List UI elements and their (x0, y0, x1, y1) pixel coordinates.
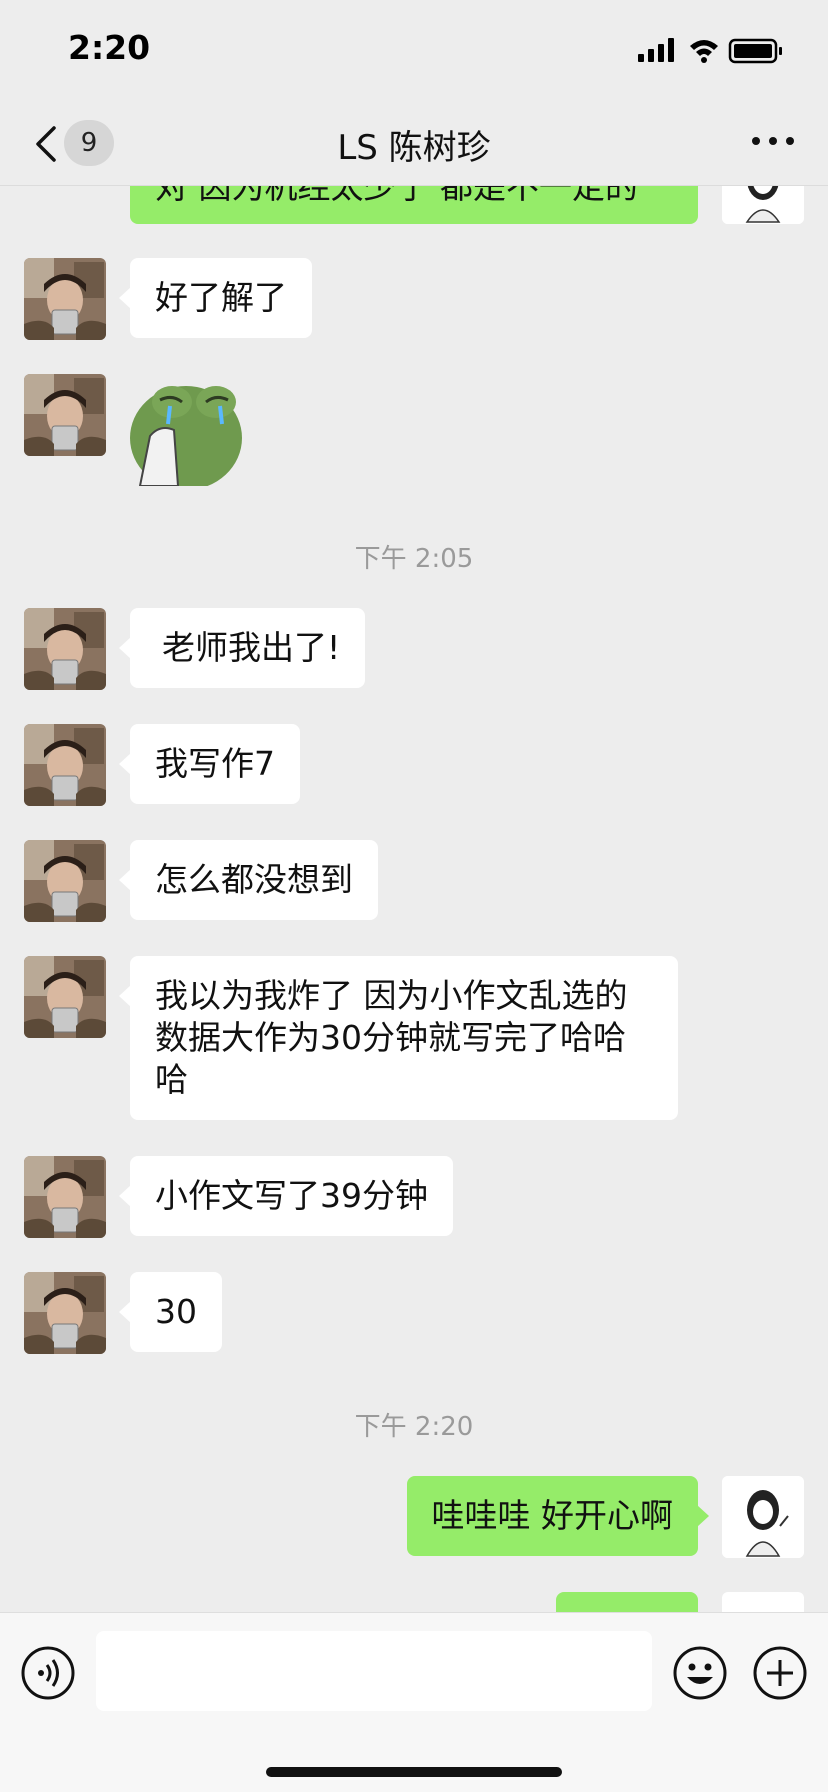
contact-avatar[interactable] (24, 840, 106, 922)
status-icons (638, 38, 782, 64)
wifi-icon (690, 40, 718, 63)
message-text: 好了解了 (155, 278, 287, 317)
message-text: 30 (155, 1292, 197, 1331)
emoji-icon[interactable] (672, 1645, 728, 1701)
message-bubble-incoming[interactable]: 怎么都没想到 (119, 840, 378, 920)
add-icon[interactable] (752, 1645, 808, 1701)
signal-icon (638, 38, 674, 62)
message-text: 老师我出了! (162, 628, 341, 667)
chat-title: LS 陈树珍 (337, 128, 491, 168)
message-text-line: 数据大作为30分钟就写完了哈哈 (155, 1018, 626, 1057)
message-text: 哇哇哇 好开心啊 (431, 1496, 674, 1535)
more-dots-icon[interactable] (748, 126, 798, 156)
nav-bar: 9 LS 陈树珍 (0, 96, 828, 186)
message-bubble-incoming[interactable]: 老师我出了! (118, 608, 366, 688)
contact-avatar[interactable] (24, 258, 106, 340)
battery-icon (728, 38, 782, 64)
message-text: 小作文写了39分钟 (155, 1176, 428, 1215)
home-indicator (266, 1767, 562, 1777)
status-time: 2:20 (68, 28, 151, 67)
chevron-left-icon (36, 126, 56, 162)
input-bar (0, 1612, 828, 1792)
unread-count-badge: 9 (64, 120, 114, 166)
message-text-line: 哈 (155, 1060, 188, 1099)
message-bubble-incoming[interactable]: 我以为我炸了 因为小作文乱选的 数据大作为30分钟就写完了哈哈 哈 (119, 956, 678, 1120)
contact-avatar[interactable] (24, 724, 106, 806)
message-bubble-incoming[interactable]: 好了解了 (119, 258, 312, 338)
message-text-line: 我以为我炸了 因为小作文乱选的 (155, 976, 628, 1015)
voice-icon[interactable] (20, 1645, 76, 1701)
contact-avatar[interactable] (24, 956, 106, 1038)
timestamp: 下午 2:20 (354, 1412, 474, 1442)
message-bubble-incoming[interactable]: 小作文写了39分钟 (119, 1156, 453, 1236)
message-input[interactable] (96, 1631, 652, 1711)
crying-frog-sticker[interactable] (130, 374, 246, 486)
message-text: 我写作7 (155, 744, 275, 783)
back-button[interactable]: 9 (24, 118, 124, 168)
contact-avatar[interactable] (24, 1156, 106, 1238)
message-text: 怎么都没想到 (155, 860, 353, 899)
contact-avatar[interactable] (24, 608, 106, 690)
message-bubble-incoming[interactable]: 我写作7 (119, 724, 300, 804)
message-bubble-incoming[interactable]: 30 (119, 1272, 222, 1352)
contact-avatar[interactable] (24, 374, 106, 456)
timestamp: 下午 2:05 (354, 544, 474, 574)
my-avatar[interactable] (722, 1476, 804, 1558)
message-bubble-outgoing[interactable]: 哇哇哇 好开心啊 (406, 1476, 709, 1556)
contact-avatar[interactable] (24, 1272, 106, 1354)
